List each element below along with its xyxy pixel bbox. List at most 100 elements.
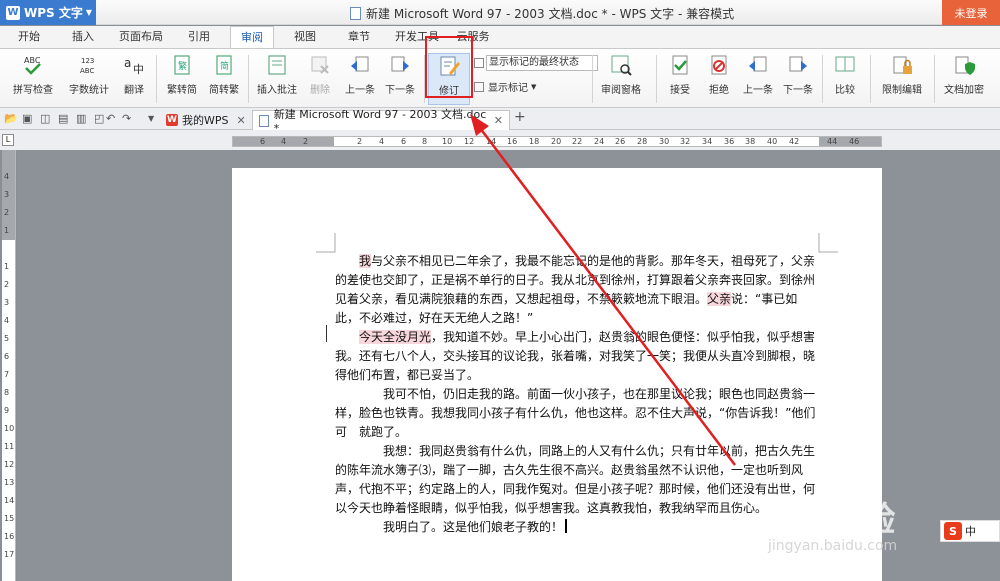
next-change-button[interactable]: 下一条 — [780, 53, 816, 105]
restrict-edit-button[interactable]: 限制编辑 — [876, 53, 928, 105]
next-comment-button[interactable]: 下一条 — [382, 53, 418, 105]
tab-view[interactable]: 视图 — [284, 26, 326, 48]
accept-button[interactable]: 接受 — [660, 53, 700, 105]
document-icon — [259, 114, 269, 127]
ruler-corner-icon[interactable]: L — [2, 134, 14, 146]
close-icon[interactable]: ✕ — [494, 114, 503, 127]
arrow-right-icon — [391, 56, 409, 72]
separator — [870, 55, 871, 103]
tab-home[interactable]: 开始 — [8, 26, 50, 48]
translate-icon: a中 — [124, 56, 144, 76]
app-name: WPS 文字 — [24, 6, 83, 20]
ime-mode[interactable]: 中 — [965, 523, 976, 539]
vertical-ruler[interactable]: 4 3 2 1 1 2 3 4 5 6 7 8 9 10 11 12 13 14… — [2, 150, 16, 581]
close-icon[interactable]: ✕ — [237, 114, 246, 127]
check-icon[interactable]: ◰ — [94, 112, 104, 125]
title-bar: W WPS 文字 ▼ 新建 Microsoft Word 97 - 2003 文… — [0, 0, 1000, 25]
save-icon[interactable]: ▣ — [22, 112, 32, 125]
undo-icon[interactable]: ↶ — [106, 112, 115, 125]
revision-highlight: 我 — [359, 254, 372, 268]
svg-text:繁: 繁 — [178, 60, 187, 72]
chevron-down-icon[interactable]: ▼ — [148, 114, 154, 123]
tab-references[interactable]: 引用 — [178, 26, 220, 48]
document-convert-icon: 繁 — [174, 55, 190, 75]
wps-logo-icon: W — [166, 114, 178, 126]
baidu-watermark: Bai 经验 — [760, 500, 895, 540]
reject-button[interactable]: 拒绝 — [700, 53, 738, 105]
compare-button[interactable]: 比较 — [826, 53, 864, 105]
accept-icon — [672, 55, 688, 75]
open-folder-icon[interactable]: 📂 — [4, 112, 18, 125]
revision-highlight: 今天全没月光 — [359, 330, 432, 344]
prev-change-button[interactable]: 上一条 — [740, 53, 776, 105]
shield-icon — [955, 56, 975, 75]
revision-highlight: 父亲 — [707, 292, 732, 306]
svg-text:简: 简 — [220, 60, 229, 72]
chevron-down-icon: ▼ — [531, 82, 537, 91]
paragraph: 我可不怕，仍旧走我的路。前面一伙小孩子，也在那里议论我；眼色也同赵贵翁一样，脸色… — [335, 387, 816, 439]
redo-icon[interactable]: ↷ — [122, 112, 131, 125]
login-button[interactable]: 未登录 — [942, 0, 1000, 25]
tab-my-wps[interactable]: W 我的WPS ✕ — [160, 110, 252, 130]
doc-encrypt-button[interactable]: 文档加密 — [938, 53, 990, 105]
separator — [156, 55, 157, 103]
review-pane-icon — [611, 55, 632, 76]
tab-document[interactable]: 新建 Microsoft Word 97 - 2003 文档.doc * ✕ — [252, 108, 510, 135]
to-traditional-button[interactable]: 简 简转繁 — [204, 53, 244, 105]
document-body[interactable]: 我与父亲不相见已二年余了，我最不能忘记的是他的背影。那年冬天，祖母死了，父亲的差… — [335, 252, 820, 537]
review-pane-button[interactable]: 审阅窗格 — [596, 53, 646, 105]
paragraph: 我与父亲不相见已二年余了，我最不能忘记的是他的背影。那年冬天，祖母死了，父亲的差… — [335, 254, 816, 325]
menu-bar: 开始 插入 页面布局 引用 审阅 视图 章节 开发工具 云服务 — [0, 26, 1000, 48]
separator — [248, 55, 249, 103]
tab-review[interactable]: 审阅 — [230, 26, 274, 48]
prev-comment-button[interactable]: 上一条 — [342, 53, 378, 105]
show-markup-icon — [474, 81, 484, 92]
ribbon-toolbar: ABC 拼写检查 123 ABC 字数统计 a中 翻译 繁 繁转简 简 简转繁 插… — [0, 48, 1000, 108]
tab-insert[interactable]: 插入 — [62, 26, 104, 48]
app-menu-button[interactable]: W WPS 文字 ▼ — [0, 0, 96, 25]
comment-icon — [268, 55, 286, 75]
markup-display-select[interactable]: 显示标记的最终状态 — [474, 55, 598, 71]
print-icon[interactable]: ▤ — [58, 112, 68, 125]
svg-text:ABC: ABC — [80, 67, 94, 75]
insert-comment-button[interactable]: 插入批注 — [254, 53, 300, 105]
window-title: 新建 Microsoft Word 97 - 2003 文档.doc * - W… — [350, 5, 734, 22]
tab-section[interactable]: 章节 — [338, 26, 380, 48]
print-preview-icon[interactable]: ◫ — [40, 112, 50, 125]
translate-button[interactable]: a中 翻译 — [116, 53, 152, 105]
add-tab-icon[interactable]: + — [514, 109, 526, 125]
change-bar — [326, 325, 327, 342]
word-count-icon: 123 ABC — [80, 57, 94, 75]
ruler-area: 6 4 2 2 4 6 8 10 12 14 16 18 20 22 24 26… — [0, 130, 1000, 150]
show-markup-dropdown[interactable]: 显示标记 ▼ — [474, 79, 536, 94]
chevron-down-icon: ▼ — [85, 8, 92, 17]
svg-text:ABC: ABC — [24, 56, 41, 65]
svg-text:123: 123 — [81, 57, 94, 65]
paragraph: 我想：我同赵贵翁有什么仇，同路上的人又有什么仇；只有廿年以前，把古久先生的陈年流… — [335, 444, 816, 515]
paragraph: 今天全没月光，我知道不妙。早上小心出门，赵贵翁的眼色便怪：似乎怕我，似乎想害我。… — [335, 330, 816, 382]
delete-comment-button[interactable]: 删除 — [302, 53, 338, 105]
spell-check-icon: ABC — [24, 56, 41, 75]
document-icon — [350, 7, 361, 20]
annotation-highlight-box — [425, 36, 473, 98]
word-count-button[interactable]: 123 ABC 字数统计 — [64, 53, 114, 105]
document-convert-icon: 简 — [216, 55, 232, 75]
baidu-watermark-url: jingyan.baidu.com — [768, 538, 898, 554]
spell-check-button[interactable]: ABC 拼写检查 — [6, 53, 60, 105]
wps-logo-icon: W — [6, 5, 20, 20]
horizontal-ruler[interactable]: 6 4 2 2 4 6 8 10 12 14 16 18 20 22 24 26… — [232, 136, 882, 147]
arrow-right-icon — [789, 56, 807, 72]
separator — [934, 55, 935, 103]
markup-icon — [474, 58, 484, 68]
document-tab-strip: 📂 ▣ ◫ ▤ ▥ ◰ ↶ ↷ ▼ W 我的WPS ✕ 新建 Microsoft… — [0, 108, 1000, 135]
markup-combo[interactable]: 显示标记的最终状态 — [486, 55, 598, 71]
to-simplified-button[interactable]: 繁 繁转简 — [162, 53, 202, 105]
export-pdf-icon[interactable]: ▥ — [76, 112, 86, 125]
arrow-left-icon — [749, 56, 767, 72]
svg-text:中: 中 — [133, 63, 144, 76]
ime-toolbar[interactable]: S 中 — [940, 520, 1000, 542]
tab-page-layout[interactable]: 页面布局 — [114, 26, 168, 48]
crop-mark-top-right — [818, 233, 838, 253]
separator — [656, 55, 657, 103]
sogou-logo-icon: S — [944, 522, 962, 540]
